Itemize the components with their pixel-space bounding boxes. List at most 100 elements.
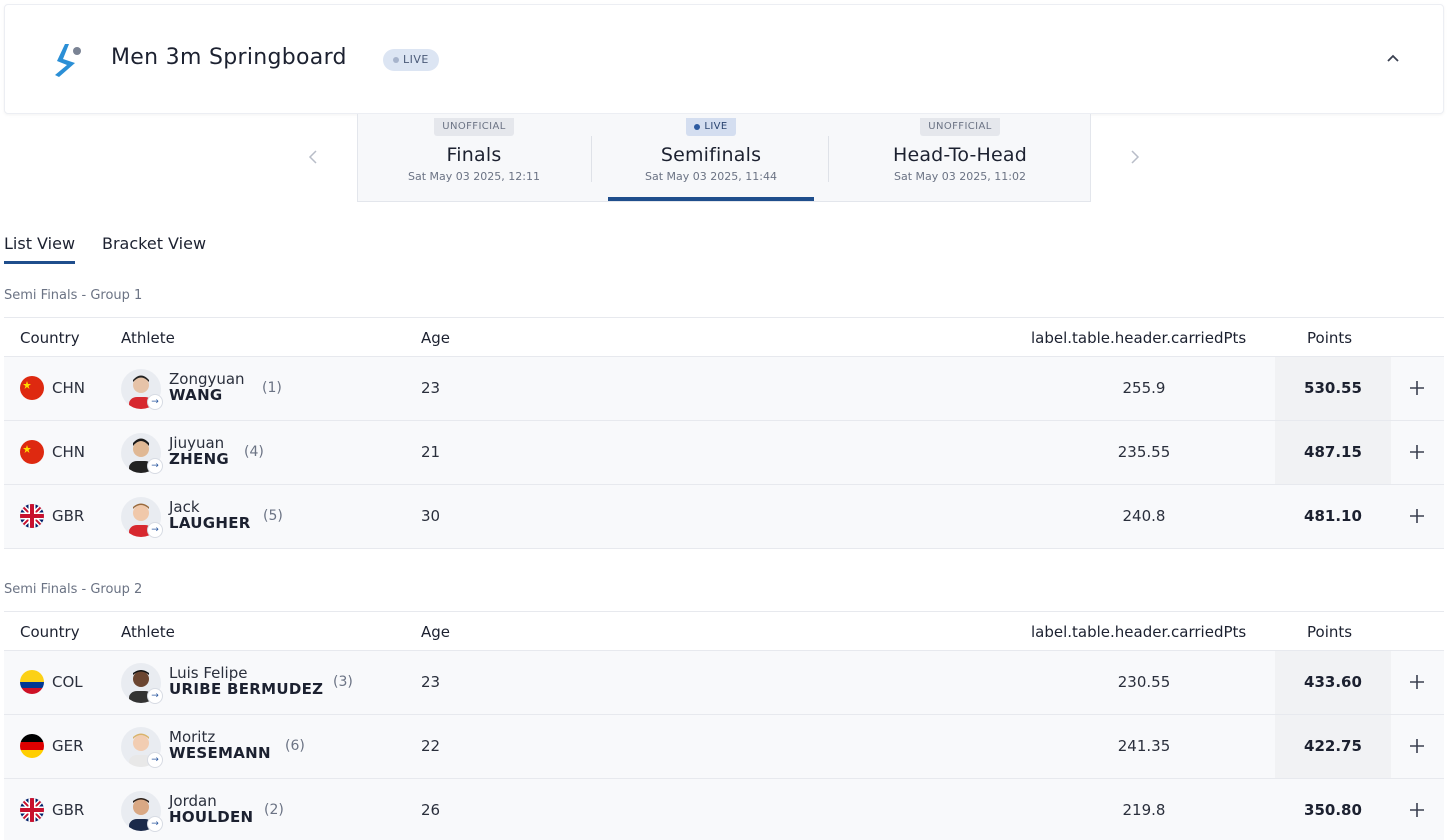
china-flag-icon	[20, 376, 44, 400]
country-code: CHN	[52, 379, 85, 397]
athlete-seed: (1)	[262, 380, 282, 396]
profile-link-icon[interactable]: →	[147, 816, 163, 832]
athlete-last-name: URIBE BERMUDEZ	[169, 680, 324, 698]
profile-link-icon[interactable]: →	[147, 394, 163, 410]
phase-tab-head-to-head[interactable]: UNOFFICIAL Head-To-Head Sat May 03 2025,…	[844, 114, 1076, 202]
athlete-first-name: Jordan	[169, 792, 217, 810]
column-header-athlete: Athlete	[121, 329, 175, 347]
carried-points: 240.8	[1122, 507, 1166, 525]
table-header: Country Athlete Age label.table.header.c…	[4, 317, 1444, 357]
phase-tab-semifinals[interactable]: LIVE Semifinals Sat May 03 2025, 11:44	[595, 114, 827, 202]
profile-link-icon[interactable]: →	[147, 522, 163, 538]
chevron-up-icon[interactable]	[1381, 47, 1405, 71]
athlete-age: 23	[421, 673, 441, 691]
column-header-country: Country	[20, 623, 80, 641]
tab-bracket-view[interactable]: Bracket View	[102, 234, 206, 261]
colombia-flag-icon	[20, 670, 44, 694]
athlete-name: Jiuyuan ZHENG	[169, 435, 229, 467]
athlete-age: 22	[421, 737, 441, 755]
results-table-group-1: Country Athlete Age label.table.header.c…	[4, 317, 1444, 549]
profile-link-icon[interactable]: →	[147, 458, 163, 474]
athlete-last-name: WESEMANN	[169, 744, 271, 762]
active-phase-indicator	[608, 197, 814, 201]
athlete-age: 30	[421, 507, 441, 525]
group-title: Semi Finals - Group 1	[4, 288, 143, 303]
country-code: GBR	[52, 507, 85, 525]
tab-list-view[interactable]: List View	[4, 234, 76, 264]
event-title: Men 3m Springboard	[111, 45, 347, 70]
table-row[interactable]: CHN → Jiuyuan ZHENG (4) 21 235.55 487.15	[4, 421, 1444, 485]
phase-date: Sat May 03 2025, 12:11	[408, 170, 540, 183]
points-value: 350.80	[1275, 779, 1391, 840]
next-phase-arrow-icon[interactable]	[1125, 146, 1145, 168]
athlete-seed: (5)	[263, 508, 283, 524]
column-header-points: Points	[1307, 623, 1353, 641]
plus-icon[interactable]	[1406, 505, 1428, 527]
phase-date: Sat May 03 2025, 11:44	[645, 170, 777, 183]
divider	[828, 136, 829, 182]
column-header-carried-points: label.table.header.carriedPts	[1031, 329, 1247, 347]
athlete-first-name: Jack	[169, 498, 200, 516]
athlete-first-name: Luis Felipe	[169, 664, 248, 682]
prev-phase-arrow-icon[interactable]	[303, 146, 323, 168]
athlete-first-name: Moritz	[169, 728, 216, 746]
phase-name: Head-To-Head	[892, 144, 1028, 166]
athlete-name: Jack LAUGHER	[169, 499, 251, 531]
live-badge: LIVE	[383, 49, 439, 71]
athlete-age: 23	[421, 379, 441, 397]
plus-icon[interactable]	[1406, 441, 1428, 463]
athlete-seed: (4)	[244, 444, 264, 460]
table-row[interactable]: CHN → Zongyuan WANG (1) 23 255.9 530.55	[4, 357, 1444, 421]
table-row[interactable]: COL → Luis Felipe URIBE BERMUDEZ (3) 23 …	[4, 651, 1444, 715]
table-row[interactable]: GER → Moritz WESEMANN (6) 22 241.35 422.…	[4, 715, 1444, 779]
phase-date: Sat May 03 2025, 11:02	[894, 170, 1026, 183]
athlete-seed: (3)	[333, 674, 353, 690]
carried-points: 219.8	[1122, 801, 1166, 819]
athlete-age: 26	[421, 801, 441, 819]
points-value: 422.75	[1275, 715, 1391, 778]
profile-link-icon[interactable]: →	[147, 688, 163, 704]
carried-points: 241.35	[1117, 737, 1171, 755]
plus-icon[interactable]	[1406, 735, 1428, 757]
uk-flag-icon	[20, 504, 44, 528]
phase-tab-finals[interactable]: UNOFFICIAL Finals Sat May 03 2025, 12:11	[358, 114, 590, 202]
plus-icon[interactable]	[1406, 799, 1428, 821]
country-code: GER	[52, 737, 84, 755]
athlete-first-name: Zongyuan	[169, 370, 245, 388]
table-row[interactable]: GBR → Jack LAUGHER (5) 30 240.8 481.10	[4, 485, 1444, 549]
athlete-name: Jordan HOULDEN	[169, 793, 253, 825]
column-header-age: Age	[421, 329, 451, 347]
phase-name: Finals	[446, 144, 502, 166]
profile-link-icon[interactable]: →	[147, 752, 163, 768]
carried-points: 255.9	[1122, 379, 1166, 397]
athlete-last-name: LAUGHER	[169, 514, 251, 532]
germany-flag-icon	[20, 734, 44, 758]
athlete-name: Moritz WESEMANN	[169, 729, 271, 761]
results-table-group-2: Country Athlete Age label.table.header.c…	[4, 611, 1444, 840]
carried-points: 230.55	[1117, 673, 1171, 691]
phase-status: UNOFFICIAL	[434, 118, 514, 136]
divider	[591, 136, 592, 182]
points-value: 487.15	[1275, 421, 1391, 484]
phase-status: LIVE	[686, 118, 736, 136]
points-value: 433.60	[1275, 651, 1391, 714]
points-value: 530.55	[1275, 357, 1391, 420]
athlete-first-name: Jiuyuan	[169, 434, 225, 452]
column-header-age: Age	[421, 623, 451, 641]
phase-name: Semifinals	[660, 144, 762, 166]
plus-icon[interactable]	[1406, 671, 1428, 693]
diving-icon	[55, 44, 81, 77]
table-header: Country Athlete Age label.table.header.c…	[4, 611, 1444, 651]
athlete-last-name: ZHENG	[169, 450, 230, 468]
uk-flag-icon	[20, 798, 44, 822]
plus-icon[interactable]	[1406, 377, 1428, 399]
column-header-points: Points	[1307, 329, 1353, 347]
column-header-carried-points: label.table.header.carriedPts	[1031, 623, 1247, 641]
country-code: GBR	[52, 801, 85, 819]
table-row[interactable]: GBR → Jordan HOULDEN (2) 26 219.8 350.80	[4, 779, 1444, 840]
china-flag-icon	[20, 440, 44, 464]
carried-points: 235.55	[1117, 443, 1171, 461]
column-header-athlete: Athlete	[121, 623, 175, 641]
country-code: COL	[52, 673, 83, 691]
group-title: Semi Finals - Group 2	[4, 582, 143, 597]
